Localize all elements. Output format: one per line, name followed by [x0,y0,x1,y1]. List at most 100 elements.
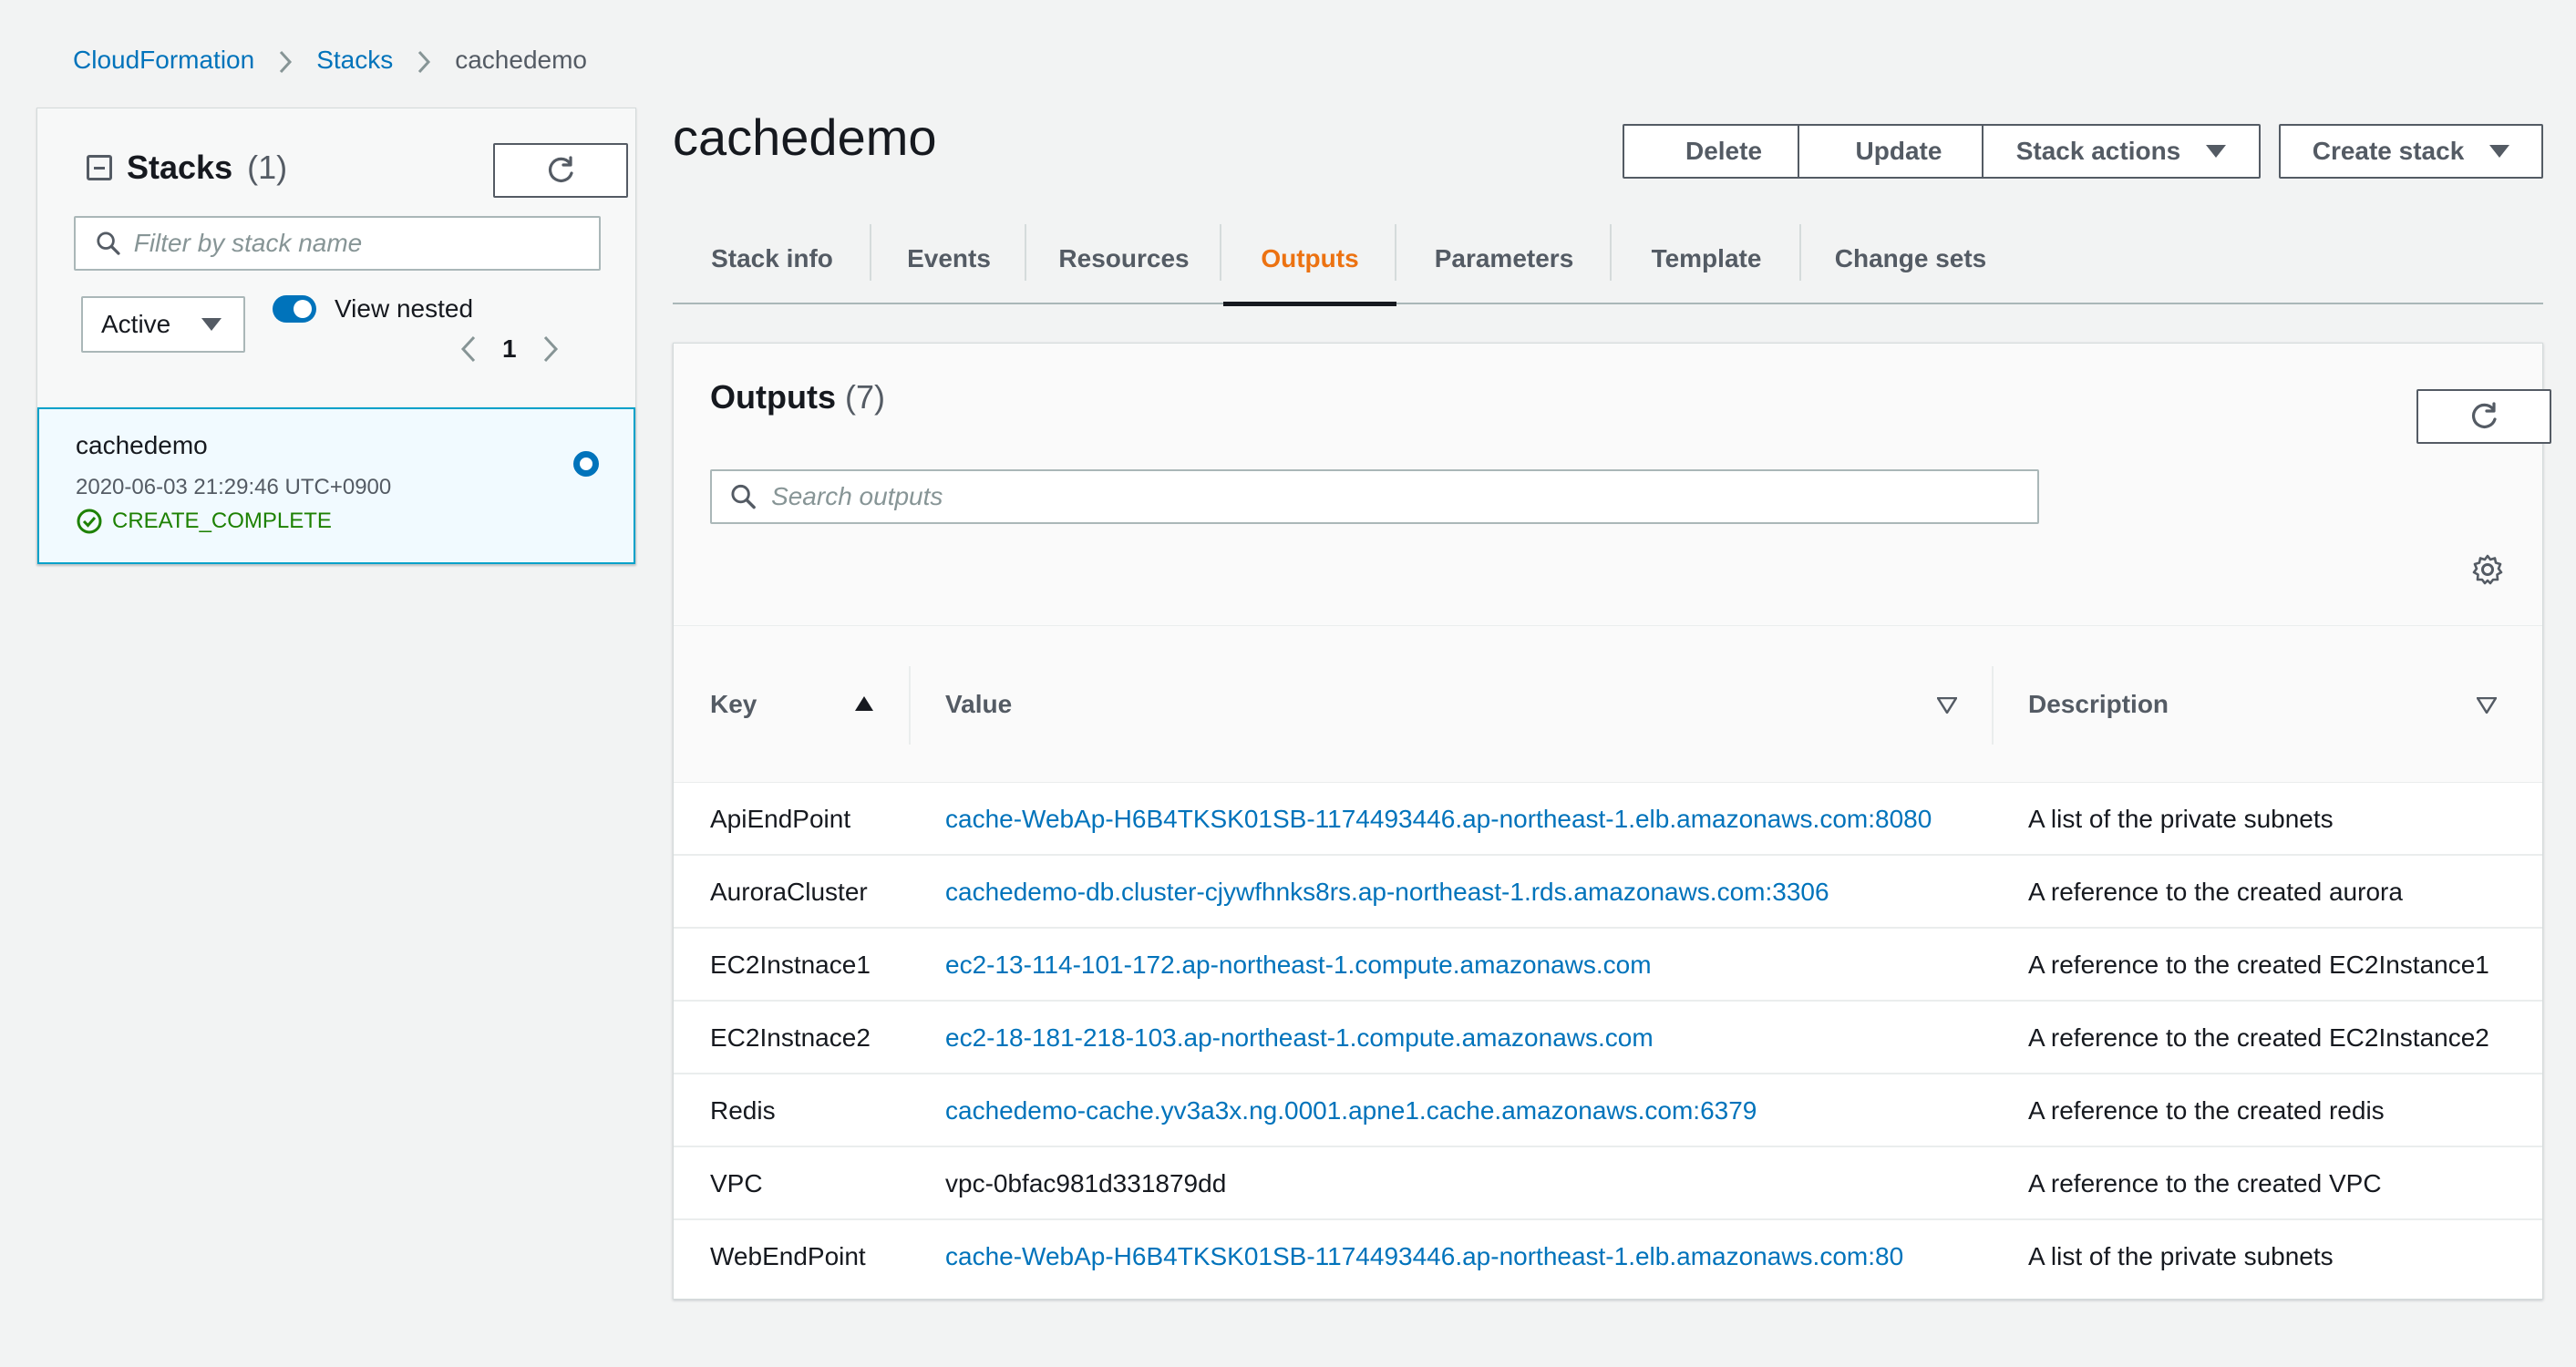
caret-down-icon [201,318,222,331]
status-filter-select[interactable]: Active [81,296,245,353]
status-filter-value: Active [101,310,171,338]
outputs-title: Outputs (7) [710,378,885,416]
column-header-description[interactable]: Description [2028,626,2169,783]
refresh-icon [2471,402,2497,428]
output-key: AuroraCluster [710,878,868,906]
stack-status: CREATE_COMPLETE [76,508,332,535]
tab-outputs[interactable]: Outputs [1223,215,1396,306]
column-divider [1992,666,1994,745]
output-value-link[interactable]: cache-WebAp-H6B4TKSK01SB-1174493446.ap-n… [945,1220,1903,1293]
update-button-label: Update [1855,137,1942,165]
stack-name: cachedemo [76,431,208,459]
stacks-count: (1) [247,149,288,186]
output-value-link[interactable]: cachedemo-cache.yv3a3x.ng.0001.apne1.cac… [945,1074,1757,1147]
output-description: A list of the private subnets [2028,1242,2334,1270]
breadcrumb-cloudformation[interactable]: CloudFormation [73,46,254,75]
update-button[interactable]: Update [1798,124,2000,179]
view-nested-label: View nested [335,294,474,323]
table-row: WebEndPoint cache-WebAp-H6B4TKSK01SB-117… [674,1220,2542,1293]
outputs-container: Outputs (7) Key [673,343,2551,1300]
gear-icon[interactable] [2471,553,2504,591]
outputs-title-text: Outputs [710,378,836,416]
page-title: cachedemo [673,108,937,166]
column-header-key[interactable]: Key [710,626,757,783]
stack-tabs: Stack info Events Resources Outputs Para… [673,215,2543,306]
outputs-search-field [710,469,2039,524]
outputs-count: (7) [845,378,885,416]
output-description: A list of the private subnets [2028,805,2334,833]
chevron-right-icon [393,46,455,75]
outputs-table: Key Value Description ApiEndPoint cache-… [674,626,2542,1293]
column-header-value[interactable]: Value [945,626,1012,783]
table-row: VPC vpc-0bfac981d331879dd A reference to… [674,1147,2542,1220]
output-value-link[interactable]: ec2-18-181-218-103.ap-northeast-1.comput… [945,1002,1654,1074]
stack-filter-input[interactable] [133,229,599,258]
delete-button-label: Delete [1685,137,1763,165]
table-row: ApiEndPoint cache-WebAp-H6B4TKSK01SB-117… [674,783,2542,856]
delete-button[interactable]: Delete [1623,124,1825,179]
outputs-header: Outputs (7) [674,344,2551,626]
output-key: EC2Instnace1 [710,951,871,979]
output-key: ApiEndPoint [710,805,851,833]
tab-divider [1220,224,1221,281]
output-value: vpc-0bfac981d331879dd [945,1169,1227,1197]
pagination: 1 [460,331,559,367]
create-stack-label: Create stack [2312,137,2465,165]
tab-parameters[interactable]: Parameters [1396,215,1612,303]
check-circle-icon [77,509,102,534]
output-description: A reference to the created VPC [2028,1169,2382,1197]
create-stack-button[interactable]: Create stack [2279,124,2543,179]
stack-actions-label: Stack actions [2015,137,2181,165]
breadcrumb-stacks[interactable]: Stacks [316,46,393,75]
stacks-refresh-button[interactable] [493,143,628,198]
table-row: Redis cachedemo-cache.yv3a3x.ng.0001.apn… [674,1074,2542,1147]
chevron-right-icon [254,46,316,75]
output-key: WebEndPoint [710,1242,866,1270]
output-value-link[interactable]: cachedemo-db.cluster-cjywfhnks8rs.ap-nor… [945,856,1829,929]
previous-page-icon[interactable] [460,334,477,364]
next-page-icon[interactable] [542,334,559,364]
current-page[interactable]: 1 [502,334,517,364]
tab-change-sets[interactable]: Change sets [1801,215,2020,303]
collapse-icon[interactable] [87,155,112,180]
column-divider [909,666,911,745]
view-nested-control: View nested [273,291,473,327]
output-key: VPC [710,1169,763,1197]
output-description: A reference to the created EC2Instance2 [2028,1023,2489,1052]
stack-list-item[interactable]: cachedemo 2020-06-03 21:29:46 UTC+0900 C… [37,407,635,564]
stack-actions-button[interactable]: Stack actions [1982,124,2261,179]
stack-status-text: CREATE_COMPLETE [112,509,332,533]
output-description: A reference to the created redis [2028,1096,2385,1125]
output-description: A reference to the created aurora [2028,878,2403,906]
refresh-icon [548,156,573,182]
sort-descending-icon[interactable] [1936,696,1958,718]
tab-stack-info[interactable]: Stack info [673,215,871,303]
sort-ascending-icon[interactable] [854,695,874,716]
search-icon [97,231,120,255]
table-row: EC2Instnace2 ec2-18-181-218-103.ap-north… [674,1002,2542,1074]
stack-select-radio[interactable] [573,451,599,477]
sort-descending-icon[interactable] [2476,696,2498,718]
caret-down-icon [2489,145,2510,158]
output-value-link[interactable]: ec2-13-114-101-172.ap-northeast-1.comput… [945,929,1652,1002]
search-icon [731,484,756,509]
output-description: A reference to the created EC2Instance1 [2028,951,2489,979]
table-header: Key Value Description [674,626,2542,783]
table-row: AuroraCluster cachedemo-db.cluster-cjywf… [674,856,2542,929]
tab-events[interactable]: Events [871,215,1026,303]
tab-resources[interactable]: Resources [1026,215,1221,303]
view-nested-toggle[interactable] [273,295,316,323]
outputs-refresh-button[interactable] [2416,389,2551,444]
output-key: EC2Instnace2 [710,1023,871,1052]
stacks-panel-header: Stacks (1) [87,145,287,190]
stacks-panel-title: Stacks [127,149,233,186]
caret-down-icon [2206,145,2227,158]
output-value-link[interactable]: cache-WebAp-H6B4TKSK01SB-1174493446.ap-n… [945,783,1932,856]
stack-timestamp: 2020-06-03 21:29:46 UTC+0900 [76,475,392,499]
outputs-search-input[interactable] [771,482,2037,511]
breadcrumb-current: cachedemo [455,46,587,74]
tab-template[interactable]: Template [1612,215,1801,303]
output-key: Redis [710,1096,776,1125]
stacks-panel: Stacks (1) Active View nested 1 cachedem… [36,108,636,565]
table-row: EC2Instnace1 ec2-13-114-101-172.ap-north… [674,929,2542,1002]
